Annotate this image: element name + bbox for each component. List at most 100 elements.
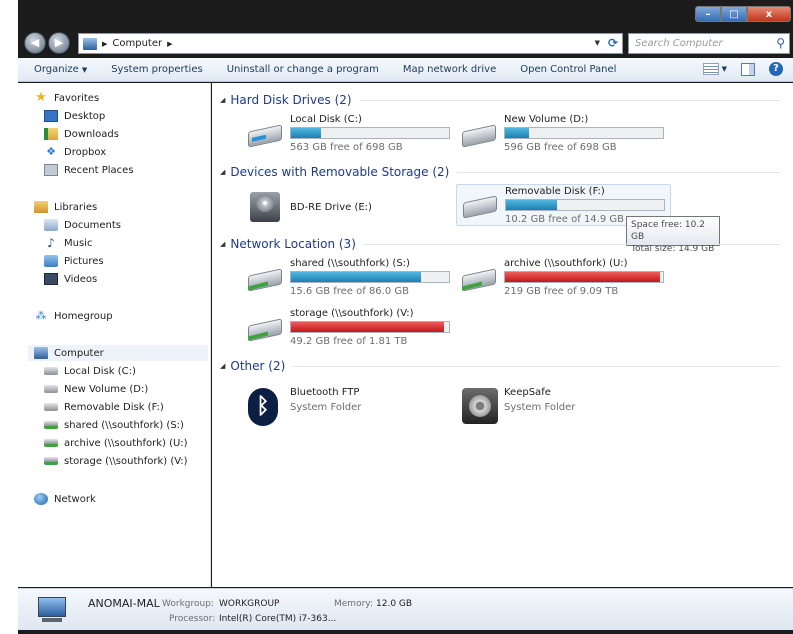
- removable-drive-icon: [461, 191, 499, 221]
- capacity-bar: [290, 271, 450, 283]
- nav-pictures[interactable]: Pictures: [44, 253, 104, 269]
- collapse-arrow-icon: ◢: [220, 240, 226, 248]
- nav-music[interactable]: ♪ Music: [44, 235, 92, 251]
- breadcrumb-computer[interactable]: Computer: [112, 38, 162, 49]
- nav-local-disk-c[interactable]: Local Disk (C:): [44, 363, 136, 379]
- collapse-arrow-icon: ◢: [220, 96, 226, 104]
- navigation-pane[interactable]: ★ Favorites Desktop Downloads ❖ Dropbox Re…: [18, 83, 211, 587]
- capacity-fill: [291, 128, 322, 138]
- drive-tile-c[interactable]: Local Disk (C:) 563 GB free of 698 GB: [246, 114, 461, 156]
- back-button[interactable]: ◀: [24, 32, 46, 54]
- group-title: Hard Disk Drives (2): [230, 93, 352, 107]
- refresh-icon[interactable]: ⟳: [608, 36, 618, 50]
- drive-name: Local Disk (C:): [290, 114, 362, 125]
- computer-name: ANOMAI-MAL: [88, 597, 160, 610]
- drive-free-space: 596 GB free of 698 GB: [504, 142, 617, 153]
- downloads-icon: [44, 128, 58, 140]
- nav-label: Dropbox: [64, 146, 107, 158]
- nav-favorites[interactable]: ★ Favorites: [34, 90, 99, 106]
- drive-free-space: 15.6 GB free of 86.0 GB: [290, 286, 409, 297]
- nav-new-volume-d[interactable]: New Volume (D:): [44, 381, 148, 397]
- desktop-icon: [44, 110, 58, 122]
- nav-recent-places[interactable]: Recent Places: [44, 162, 134, 178]
- group-header-network[interactable]: ◢ Network Location (3): [220, 236, 780, 252]
- group-header-hdd[interactable]: ◢ Hard Disk Drives (2): [220, 92, 780, 108]
- star-icon: ★: [35, 90, 47, 105]
- minimize-button[interactable]: –: [695, 6, 721, 22]
- folder-name: Bluetooth FTP: [290, 387, 360, 398]
- map-network-drive-button[interactable]: Map network drive: [403, 64, 496, 75]
- drive-name: shared (\\southfork) (S:): [290, 258, 410, 269]
- nav-label: Downloads: [64, 128, 119, 140]
- capacity-bar: [504, 127, 664, 139]
- nav-label: Computer: [54, 347, 104, 359]
- history-dropdown-icon[interactable]: ▼: [595, 39, 600, 47]
- nav-archive-u[interactable]: archive (\\southfork) (U:): [44, 435, 188, 451]
- pictures-icon: [44, 255, 58, 267]
- divider: [359, 99, 780, 101]
- search-input[interactable]: Search Computer ⚲: [628, 33, 790, 54]
- chevron-right-icon: ▶: [102, 39, 108, 48]
- chevron-right-icon[interactable]: ▶: [167, 40, 172, 48]
- organize-button[interactable]: Organize ▼: [34, 64, 87, 75]
- nav-downloads[interactable]: Downloads: [44, 126, 119, 142]
- group-header-other[interactable]: ◢ Other (2): [220, 358, 780, 374]
- address-bar[interactable]: ▶ Computer ▶ ▼ ⟳: [78, 33, 623, 54]
- chevron-down-icon: ▼: [81, 66, 88, 74]
- drive-tile-d[interactable]: New Volume (D:) 596 GB free of 698 GB: [460, 114, 675, 156]
- nav-storage-v[interactable]: storage (\\southfork) (V:): [44, 453, 188, 469]
- folder-tile-bluetooth-ftp[interactable]: ᛒ Bluetooth FTP System Folder: [246, 384, 461, 426]
- nav-homegroup[interactable]: ⁂ Homegroup: [34, 308, 113, 324]
- nav-libraries[interactable]: Libraries: [34, 199, 97, 215]
- drive-free-space: 219 GB free of 9.09 TB: [504, 286, 619, 297]
- help-icon[interactable]: ?: [769, 62, 783, 76]
- nav-label: New Volume (D:): [64, 383, 149, 395]
- group-header-removable[interactable]: ◢ Devices with Removable Storage (2): [220, 164, 780, 180]
- drive-free-space: 563 GB free of 698 GB: [290, 142, 403, 153]
- network-drive-icon: [246, 264, 284, 294]
- computer-icon: [34, 347, 48, 359]
- drive-free-space: 49.2 GB free of 1.81 TB: [290, 336, 408, 347]
- open-control-panel-button[interactable]: Open Control Panel: [520, 64, 616, 75]
- drive-name: storage (\\southfork) (V:): [290, 308, 414, 319]
- collapse-arrow-icon: ◢: [220, 362, 226, 370]
- folder-tile-keepsafe[interactable]: KeepSafe System Folder: [460, 384, 675, 426]
- group-title: Devices with Removable Storage (2): [230, 165, 450, 179]
- workgroup-value: WORKGROUP: [219, 599, 280, 609]
- nav-documents[interactable]: Documents: [44, 217, 121, 233]
- change-view-button[interactable]: ▼: [702, 63, 727, 75]
- drive-tile-s[interactable]: shared (\\southfork) (S:) 15.6 GB free o…: [246, 258, 461, 300]
- drive-tile-u[interactable]: archive (\\southfork) (U:) 219 GB free o…: [460, 258, 675, 300]
- drive-tile-v[interactable]: storage (\\southfork) (V:) 49.2 GB free …: [246, 308, 461, 350]
- nav-computer[interactable]: Computer: [28, 345, 208, 361]
- search-icon[interactable]: ⚲: [776, 34, 785, 53]
- hard-drive-icon: [246, 120, 284, 150]
- address-row: ◀ ▶ ▶ Computer ▶ ▼ ⟳ Search Computer ⚲: [18, 28, 793, 58]
- system-properties-button[interactable]: System properties: [111, 64, 203, 75]
- nav-videos[interactable]: Videos: [44, 271, 97, 287]
- bluetooth-icon: ᛒ: [246, 388, 284, 426]
- homegroup-icon: ⁂: [35, 309, 47, 322]
- nav-shared-s[interactable]: shared (\\southfork) (S:): [44, 417, 184, 433]
- drive-tile-e[interactable]: BD-RE Drive (E:): [246, 186, 461, 228]
- recent-places-icon: [44, 164, 58, 176]
- organize-label: Organize: [34, 64, 79, 75]
- maximize-button[interactable]: □: [721, 6, 747, 22]
- preview-pane-button[interactable]: [741, 62, 755, 76]
- nav-network[interactable]: Network: [34, 491, 96, 507]
- drive-free-space: 10.2 GB free of 14.9 GB: [505, 214, 624, 225]
- close-button[interactable]: x: [747, 6, 791, 22]
- network-drive-icon: [44, 457, 58, 465]
- title-bar[interactable]: – □ x: [18, 0, 793, 28]
- nav-removable-disk-f[interactable]: Removable Disk (F:): [44, 399, 164, 415]
- nav-dropbox[interactable]: ❖ Dropbox: [44, 144, 106, 160]
- uninstall-program-button[interactable]: Uninstall or change a program: [227, 64, 379, 75]
- nav-desktop[interactable]: Desktop: [44, 108, 105, 124]
- nav-label: Favorites: [54, 92, 100, 104]
- content-pane[interactable]: ◢ Hard Disk Drives (2) Local Disk (C:) 56…: [212, 83, 793, 587]
- group-title: Other (2): [230, 359, 286, 373]
- workgroup-label: Workgroup:: [162, 599, 214, 609]
- drive-name: BD-RE Drive (E:): [290, 202, 372, 213]
- forward-button[interactable]: ▶: [48, 32, 70, 54]
- computer-icon: [34, 595, 70, 625]
